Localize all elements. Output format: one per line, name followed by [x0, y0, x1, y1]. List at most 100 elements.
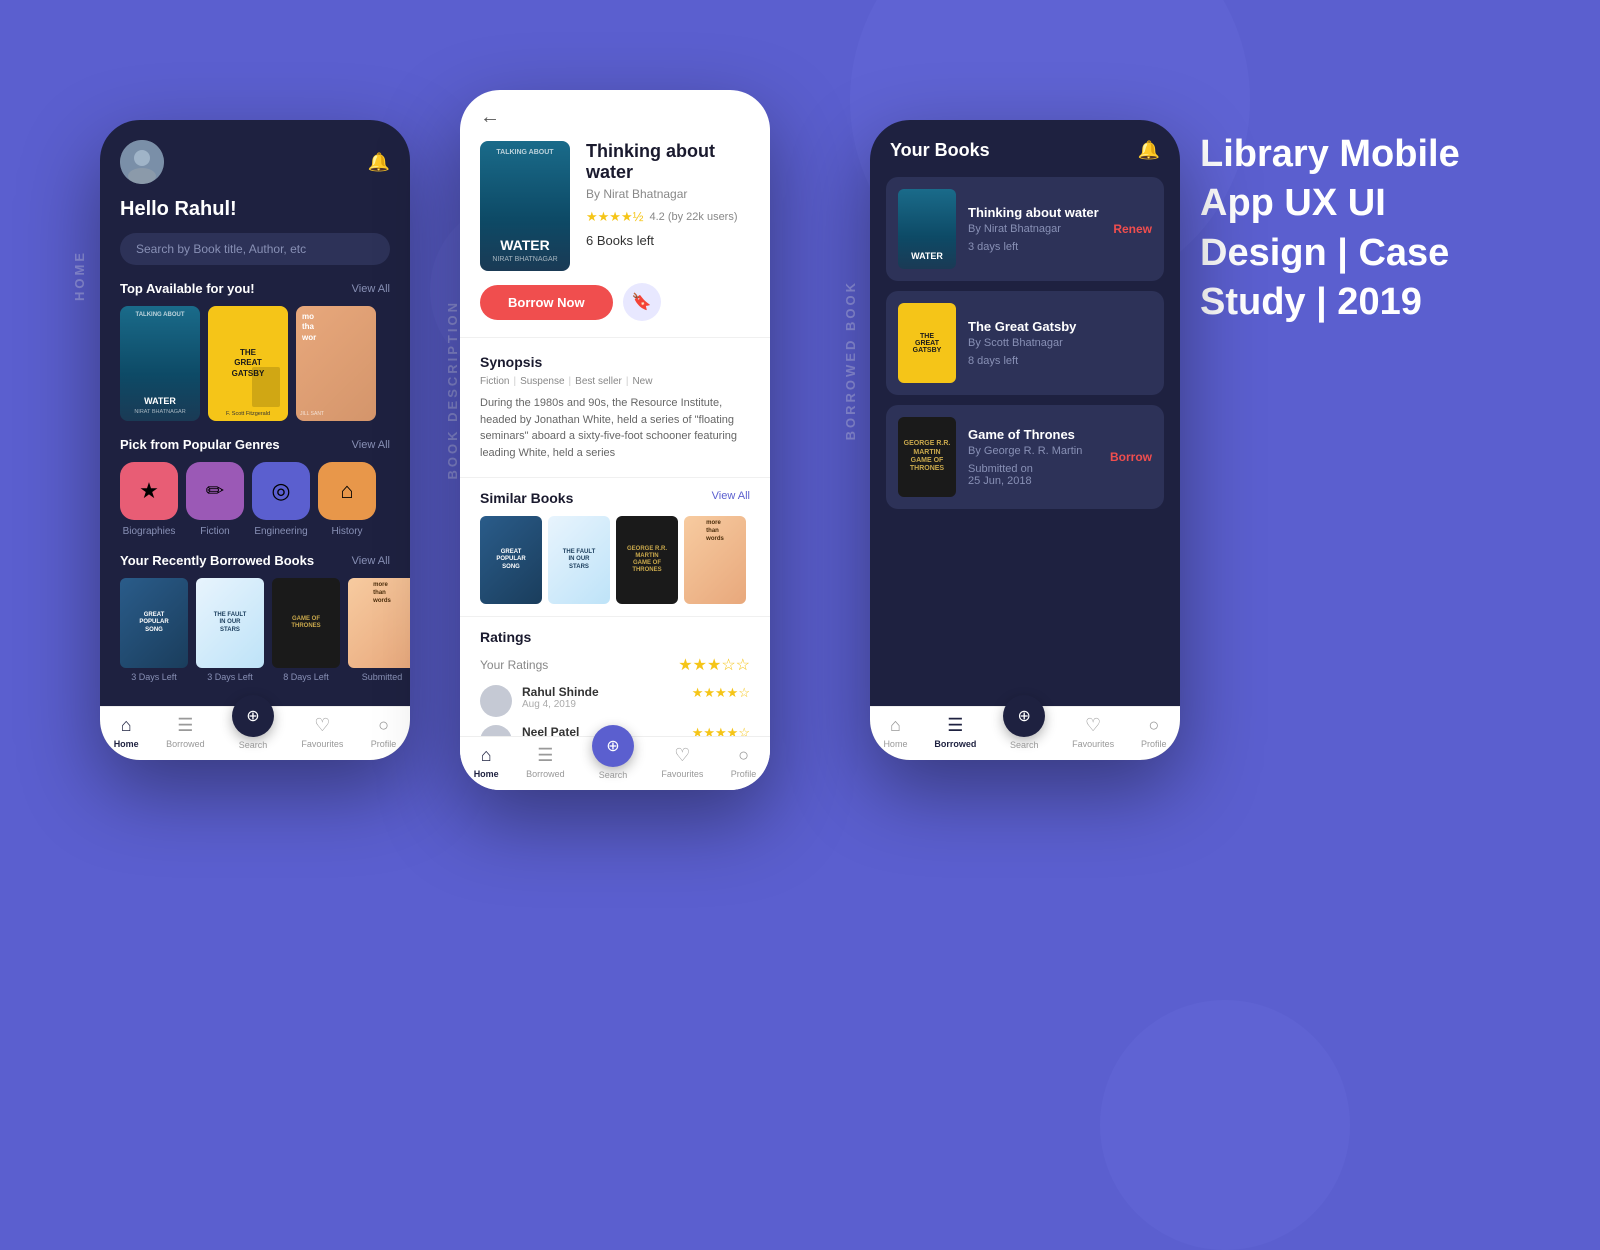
phone-home-screen: 🔔 Hello Rahul! Search by Book title, Aut…: [100, 120, 410, 760]
recently-borrowed-title: Your Recently Borrowed Books: [120, 553, 314, 568]
nav-home-2[interactable]: ⌂ Home: [474, 745, 499, 780]
bookmark-button[interactable]: 🔖: [623, 283, 661, 321]
borrowed-item-3[interactable]: GAME OFTHRONES 8 Days Left: [272, 578, 340, 682]
bcard-days-got: Submitted on25 Jun, 2018: [968, 463, 1098, 487]
borrowed-cover-4: morethanwords: [348, 578, 410, 668]
recently-borrowed-view-all[interactable]: View All: [352, 555, 390, 567]
genre-history-label: History: [331, 526, 362, 537]
hero-book-author-cover: NIRAT BHATNAGAR: [492, 256, 557, 263]
back-button[interactable]: ←: [480, 106, 500, 129]
phone-home: 🔔 Hello Rahul! Search by Book title, Aut…: [100, 120, 410, 760]
reviewer-name-1: Rahul Shinde: [522, 685, 682, 699]
genre-fiction-icon: ✏: [186, 462, 244, 520]
book-author: By Nirat Bhatnagar: [586, 187, 750, 201]
genre-history-icon: ⌂: [318, 462, 376, 520]
similar-books-row: GREATPOPULARSONG THE FAULTIN OURSTARS GE…: [480, 516, 750, 604]
nav-profile-3[interactable]: ○ Profile: [1141, 715, 1167, 750]
search-btn-2[interactable]: ⊕: [592, 725, 634, 767]
nav-favourites-label-2: Favourites: [661, 769, 703, 779]
genres-row: ★ Biographies ✏ Fiction ◎ Engineering ⌂ …: [100, 462, 410, 553]
nav-search-2[interactable]: ⊕ Search: [592, 745, 634, 780]
similar-view-all[interactable]: View All: [712, 490, 750, 506]
your-rating-stars[interactable]: ★★★☆☆: [678, 655, 750, 675]
borrowed-card-water[interactable]: WATER Thinking about water By Nirat Bhat…: [886, 177, 1164, 281]
genres-title: Pick from Popular Genres: [120, 437, 280, 452]
your-rating-row: Your Ratings ★★★☆☆: [480, 655, 750, 675]
search-bar[interactable]: Search by Book title, Author, etc: [120, 233, 390, 265]
borrowed-item-1[interactable]: GREATPOPULARSONG 3 Days Left: [120, 578, 188, 682]
similar-book-4[interactable]: morethanwords: [684, 516, 746, 604]
phone-borrowed-screen: Your Books 🔔 WATER Thinking about water …: [870, 120, 1180, 760]
book-third-cover[interactable]: mothawor JILL SANT: [296, 306, 376, 421]
genre-engineering-label: Engineering: [254, 526, 307, 537]
nav-borrowed-3[interactable]: ☰ Borrowed: [934, 715, 976, 750]
rating-row: ★★★★½ 4.2 (by 22k users): [586, 209, 750, 225]
search-icon-3: ⊕: [1018, 706, 1031, 726]
similar-book-1[interactable]: GREATPOPULARSONG: [480, 516, 542, 604]
genres-view-all[interactable]: View All: [352, 439, 390, 451]
genre-engineering[interactable]: ◎ Engineering: [252, 462, 310, 537]
borrow-button[interactable]: Borrow Now: [480, 285, 613, 320]
page-title: Library Mobile App UX UI Design | Case S…: [1200, 130, 1520, 328]
nav-home-1[interactable]: ⌂ Home: [114, 715, 139, 750]
nav-borrowed-1[interactable]: ☰ Borrowed: [166, 715, 205, 750]
bcard-author-gatsby: By Scott Bhatnagar: [968, 337, 1152, 349]
page-title-section: Library Mobile App UX UI Design | Case S…: [1200, 130, 1520, 336]
divider-1: [460, 337, 770, 338]
nav-search-3[interactable]: ⊕ Search: [1003, 715, 1045, 750]
similar-book-2[interactable]: THE FAULTIN OURSTARS: [548, 516, 610, 604]
nav-search-1[interactable]: ⊕ Search: [232, 715, 274, 750]
phone1-header: 🔔: [100, 120, 410, 194]
borrowed-item-2[interactable]: THE FAULTIN OURSTARS 3 Days Left: [196, 578, 264, 682]
phone-borrowed: Your Books 🔔 WATER Thinking about water …: [870, 120, 1180, 760]
nav-borrowed-label-3: Borrowed: [934, 739, 976, 749]
phone-book-desc: ← TALKING ABOUT WATER NIRAT BHATNAGAR Th…: [460, 90, 770, 790]
borrowed-label-1: 3 Days Left: [131, 672, 177, 682]
nav-favourites-2[interactable]: ♡ Favourites: [661, 745, 703, 780]
nav-profile-2[interactable]: ○ Profile: [731, 745, 757, 780]
nav-search-label-3: Search: [1010, 740, 1039, 750]
nav-favourites-1[interactable]: ♡ Favourites: [301, 715, 343, 750]
borrowed-cover-2: THE FAULTIN OURSTARS: [196, 578, 264, 668]
borrowed-card-gatsby[interactable]: THEGREATGATSBY The Great Gatsby By Scott…: [886, 291, 1164, 395]
nav-profile-1[interactable]: ○ Profile: [371, 715, 397, 750]
bcard-cover-got: GEORGE R.R.MARTINGAME OFTHRONES: [898, 417, 956, 497]
notification-bell-icon[interactable]: 🔔: [368, 152, 390, 173]
genre-tag-fiction: Fiction: [480, 376, 509, 387]
borrowed-item-4[interactable]: morethanwords Submitted: [348, 578, 410, 682]
borrow-action-row: Borrow Now 🔖: [460, 283, 770, 333]
genre-tag-suspense: Suspense: [520, 376, 564, 387]
user-avatar[interactable]: [120, 140, 164, 184]
book-water-cover[interactable]: TALKING ABOUT WATER NIRAT BHATNAGAR: [120, 306, 200, 421]
borrowed-cover-3: GAME OFTHRONES: [272, 578, 340, 668]
top-books-row: TALKING ABOUT WATER NIRAT BHATNAGAR THEG…: [100, 306, 410, 437]
genre-fiction[interactable]: ✏ Fiction: [186, 462, 244, 537]
similar-book-3[interactable]: GEORGE R.R.MARTINGAME OFTHRONES: [616, 516, 678, 604]
nav-borrowed-2[interactable]: ☰ Borrowed: [526, 745, 565, 780]
profile-icon-1: ○: [378, 715, 389, 736]
book-title: Thinking about water: [586, 141, 750, 183]
genre-biographies[interactable]: ★ Biographies: [120, 462, 178, 537]
borrowed-icon-3: ☰: [947, 715, 963, 736]
renew-button[interactable]: Renew: [1113, 222, 1152, 236]
borrowed-card-got[interactable]: GEORGE R.R.MARTINGAME OFTHRONES Game of …: [886, 405, 1164, 509]
similar-books-section: Similar Books View All GREATPOPULARSONG …: [460, 482, 770, 612]
top-available-view-all[interactable]: View All: [352, 283, 390, 295]
rating-stars: ★★★★½: [586, 209, 643, 225]
borrowed-icon-1: ☰: [177, 715, 193, 736]
side-label-home: HOME: [72, 250, 87, 301]
notification-bell-3[interactable]: 🔔: [1138, 140, 1160, 161]
borrow-button-got[interactable]: Borrow: [1110, 450, 1152, 464]
genre-history[interactable]: ⌂ History: [318, 462, 376, 537]
bcard-title-gatsby: The Great Gatsby: [968, 319, 1152, 334]
nav-search-label-2: Search: [599, 770, 628, 780]
phone-book-desc-screen: ← TALKING ABOUT WATER NIRAT BHATNAGAR Th…: [460, 90, 770, 790]
nav-home-3[interactable]: ⌂ Home: [883, 715, 907, 750]
nav-favourites-3[interactable]: ♡ Favourites: [1072, 715, 1114, 750]
search-btn-1[interactable]: ⊕: [232, 695, 274, 737]
similar-books-title: Similar Books: [480, 490, 573, 506]
book-gatsby-cover[interactable]: THEGREATGATSBY F. Scott Fitzgerald: [208, 306, 288, 421]
search-btn-3[interactable]: ⊕: [1003, 695, 1045, 737]
favourites-icon-1: ♡: [314, 715, 330, 736]
synopsis-text: During the 1980s and 90s, the Resource I…: [480, 395, 750, 461]
